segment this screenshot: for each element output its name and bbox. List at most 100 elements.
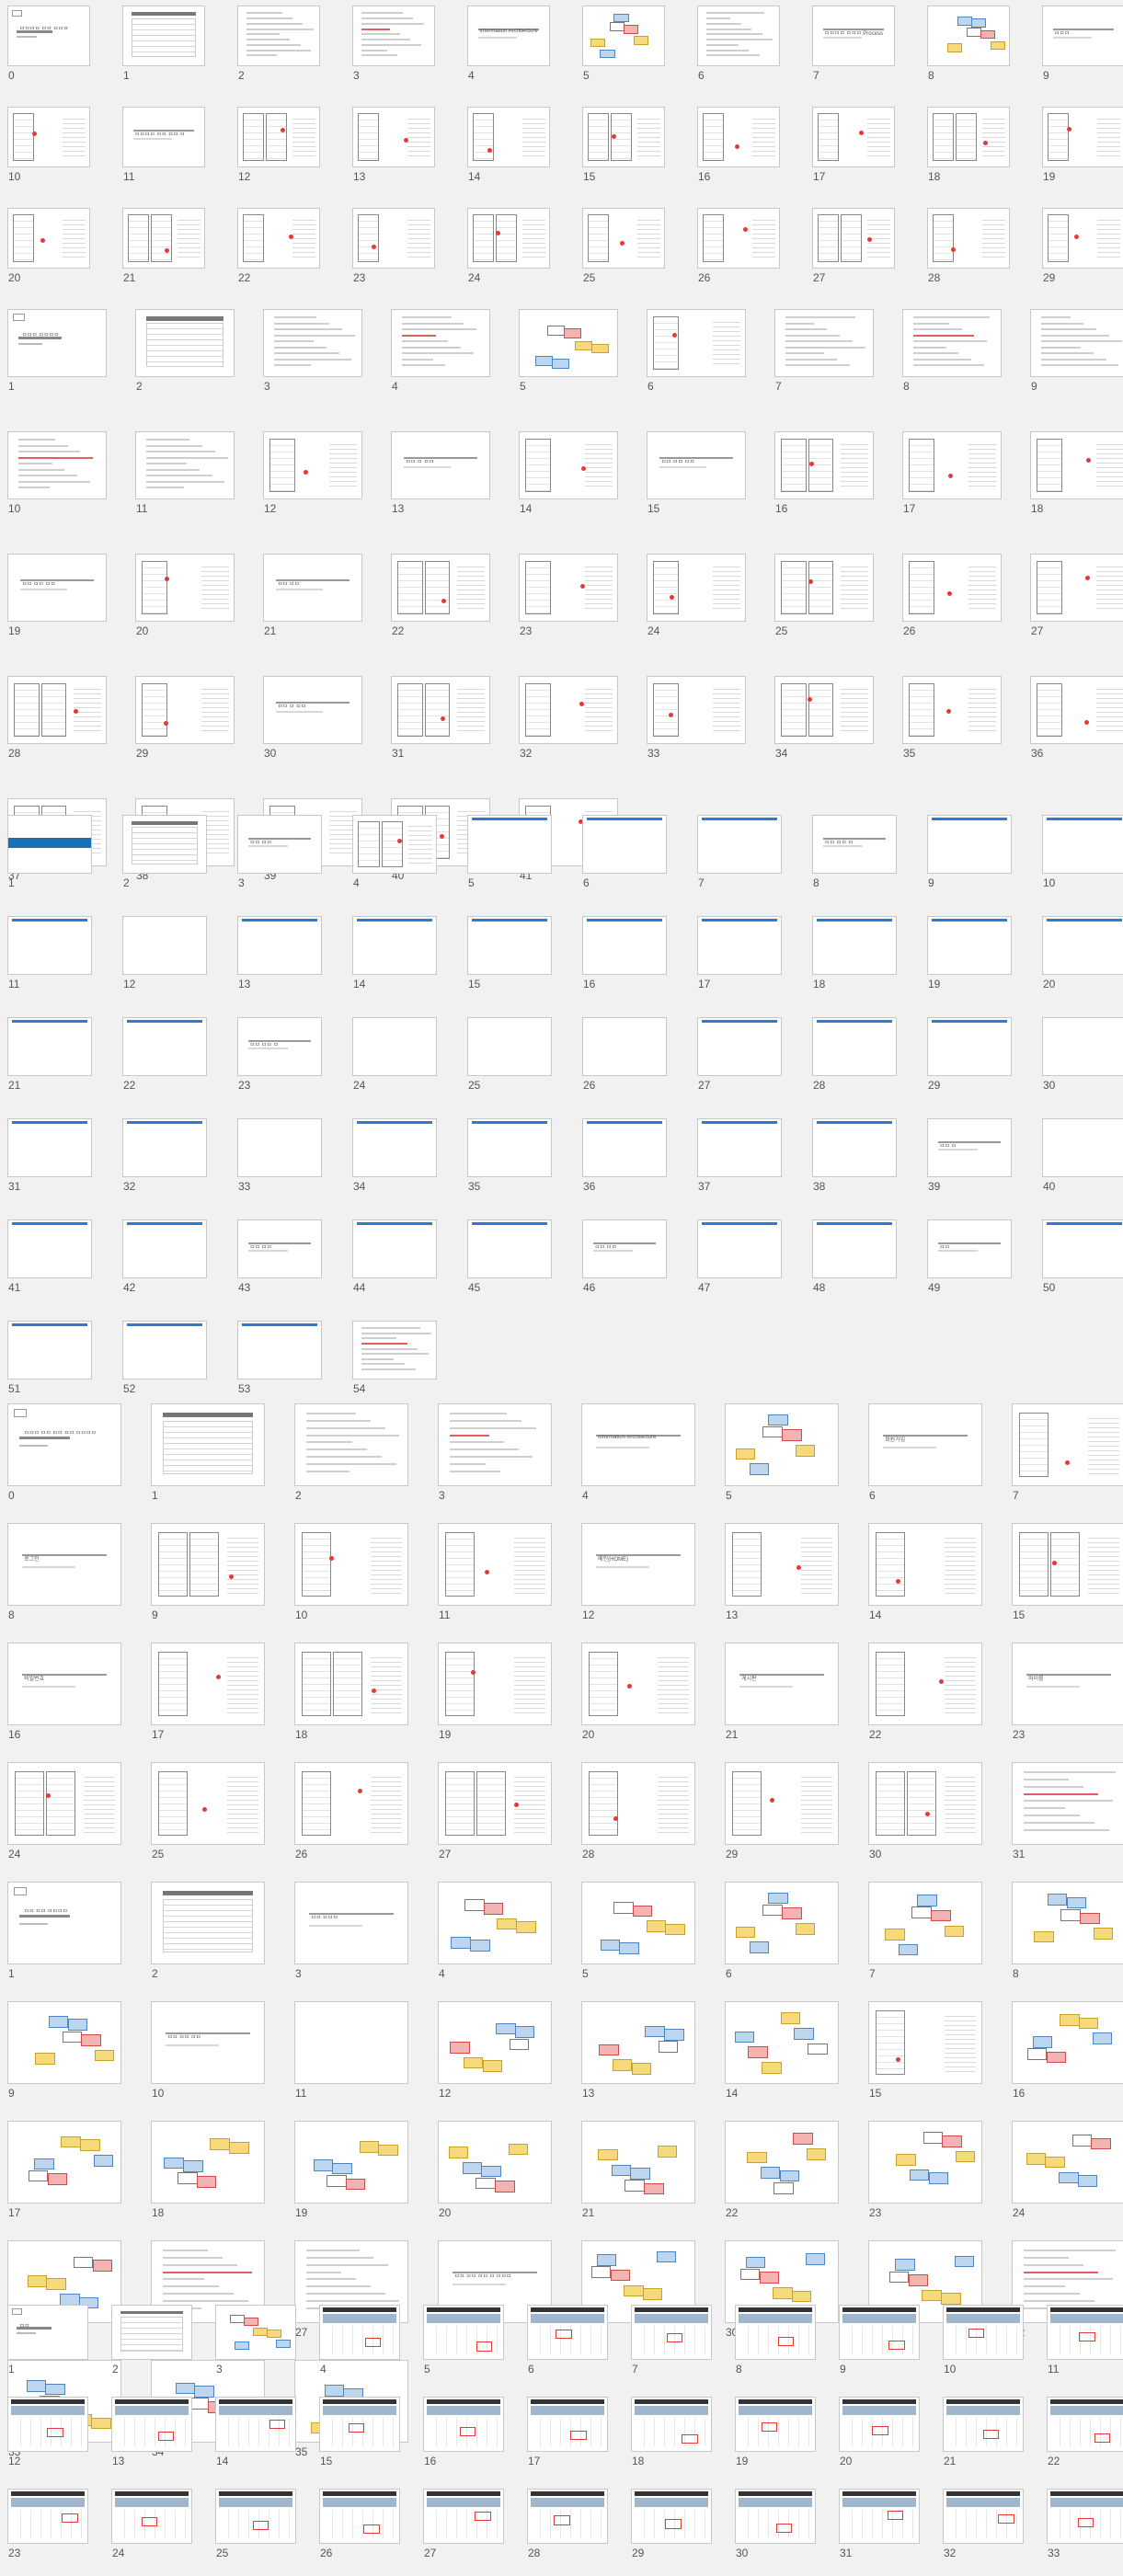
slide-preview[interactable] xyxy=(7,676,107,744)
slide-thumbnail[interactable]: 2 xyxy=(122,815,207,890)
slide-preview[interactable] xyxy=(319,2397,400,2452)
slide-thumbnail[interactable]: 2 xyxy=(237,6,320,83)
slide-preview[interactable] xyxy=(215,2305,296,2360)
slide-preview[interactable] xyxy=(527,2397,608,2452)
slide-preview[interactable] xyxy=(7,916,92,975)
slide-preview[interactable] xyxy=(151,1643,265,1725)
slide-preview[interactable] xyxy=(352,1321,437,1380)
slide-preview[interactable]: ㅁㅁ ㅁㅁ xyxy=(582,1219,667,1278)
slide-thumbnail[interactable]: ㅁㅁ ㅁㅁ ㅁ 23 xyxy=(237,1017,322,1093)
slide-preview[interactable] xyxy=(294,1523,408,1606)
slide-preview[interactable] xyxy=(122,1118,207,1177)
slide-thumbnail[interactable]: 29 xyxy=(135,676,235,761)
slide-thumbnail[interactable]: 15 xyxy=(1012,1523,1123,1622)
slide-thumbnail[interactable]: 게시판 21 xyxy=(725,1643,839,1742)
slide-thumbnail[interactable]: 12 xyxy=(122,916,207,991)
slide-thumbnail[interactable]: 3 xyxy=(352,6,435,83)
slide-thumbnail[interactable]: 12 xyxy=(438,2001,552,2101)
slide-thumbnail[interactable]: 9 xyxy=(151,1523,265,1622)
slide-preview[interactable] xyxy=(237,107,320,167)
slide-preview[interactable] xyxy=(352,6,435,66)
slide-thumbnail[interactable]: 18 xyxy=(151,2121,265,2220)
slide-preview[interactable] xyxy=(868,1762,982,1845)
slide-preview[interactable] xyxy=(7,1017,92,1076)
slide-preview[interactable] xyxy=(812,208,895,269)
slide-preview[interactable] xyxy=(467,1219,552,1278)
slide-preview[interactable] xyxy=(7,2397,88,2452)
slide-preview[interactable] xyxy=(812,916,897,975)
slide-preview[interactable]: ㅁㅁ ㅁㅁ ㅁ xyxy=(812,815,897,874)
slide-thumbnail[interactable]: ㅁㅁ ㅁㅁ ㅁㅁ 10 xyxy=(151,2001,265,2101)
slide-preview[interactable]: ㅁㅁ ㅁ ㅁㅁ xyxy=(391,431,490,499)
slide-thumbnail[interactable]: 26 xyxy=(294,1762,408,1861)
slide-preview[interactable] xyxy=(902,554,1002,622)
slide-thumbnail[interactable]: 3 xyxy=(263,309,362,394)
slide-preview[interactable] xyxy=(1042,1017,1123,1076)
slide-preview[interactable] xyxy=(581,1762,695,1845)
slide-thumbnail[interactable]: 10 xyxy=(7,431,107,516)
slide-thumbnail[interactable]: 28 xyxy=(927,208,1010,285)
slide-preview[interactable]: ㅁㅁ ㅁㅁ ㅁㅁ xyxy=(151,2001,265,2084)
slide-preview[interactable] xyxy=(7,2001,121,2084)
slide-preview[interactable] xyxy=(423,2397,504,2452)
slide-thumbnail[interactable]: 7 xyxy=(631,2305,712,2376)
slide-thumbnail[interactable]: 3 xyxy=(215,2305,296,2376)
slide-preview[interactable] xyxy=(868,1643,982,1725)
slide-thumbnail[interactable]: 1 xyxy=(122,6,205,83)
slide-thumbnail[interactable]: 36 xyxy=(1030,676,1123,761)
slide-preview[interactable] xyxy=(647,309,746,377)
slide-thumbnail[interactable]: 22 xyxy=(1047,2397,1123,2468)
slide-preview[interactable] xyxy=(122,916,207,975)
slide-thumbnail[interactable]: 6 xyxy=(725,1882,839,1981)
slide-thumbnail[interactable]: 22 xyxy=(391,554,490,638)
slide-preview[interactable] xyxy=(352,208,435,269)
slide-preview[interactable] xyxy=(697,107,780,167)
slide-preview[interactable] xyxy=(735,2305,816,2360)
slide-preview[interactable] xyxy=(527,2489,608,2544)
slide-thumbnail[interactable]: ㅁㅁ ㅁㅁ 3 xyxy=(237,815,322,890)
slide-preview[interactable] xyxy=(582,1017,667,1076)
slide-thumbnail[interactable]: 13 xyxy=(352,107,435,184)
slide-thumbnail[interactable]: 14 xyxy=(868,1523,982,1622)
slide-preview[interactable] xyxy=(111,2489,192,2544)
slide-thumbnail[interactable]: 17 xyxy=(812,107,895,184)
slide-thumbnail[interactable]: 11 xyxy=(7,916,92,991)
slide-preview[interactable] xyxy=(237,1321,322,1380)
slide-thumbnail[interactable]: 비밀번호 16 xyxy=(7,1643,121,1742)
slide-thumbnail[interactable]: 29 xyxy=(1042,208,1123,285)
slide-preview[interactable] xyxy=(631,2397,712,2452)
slide-preview[interactable]: ㅁㅁ ㅁㅁㅁ xyxy=(294,1882,408,1964)
slide-preview[interactable]: ㅁㅁㅁㅁ ㅁㅁ ㅁㅁㅁ xyxy=(7,6,90,66)
slide-preview[interactable] xyxy=(582,1118,667,1177)
slide-preview[interactable] xyxy=(237,208,320,269)
slide-preview[interactable] xyxy=(423,2305,504,2360)
slide-preview[interactable] xyxy=(582,815,667,874)
slide-thumbnail[interactable]: 2 xyxy=(294,1403,408,1503)
slide-preview[interactable] xyxy=(868,2001,982,2084)
slide-preview[interactable] xyxy=(725,1762,839,1845)
slide-thumbnail[interactable]: 18 xyxy=(1030,431,1123,516)
slide-thumbnail[interactable]: 24 xyxy=(352,1017,437,1093)
slide-preview[interactable] xyxy=(263,309,362,377)
slide-preview[interactable]: ㅁㅁ ㅁㅁ ㅁ xyxy=(237,1017,322,1076)
slide-preview[interactable] xyxy=(438,1523,552,1606)
slide-preview[interactable]: ㅁㅁㅁ ㅁㅁ ㅁㅁ ㅁㅁ ㅁㅁㅁㅁ xyxy=(7,1403,121,1486)
slide-preview[interactable] xyxy=(582,107,665,167)
slide-preview[interactable] xyxy=(7,2489,88,2544)
slide-thumbnail[interactable]: 7 xyxy=(697,815,782,890)
slide-thumbnail[interactable]: 12 xyxy=(7,2397,88,2468)
slide-preview[interactable] xyxy=(1012,2001,1123,2084)
slide-preview[interactable] xyxy=(519,431,618,499)
slide-preview[interactable] xyxy=(151,1762,265,1845)
slide-thumbnail[interactable]: ㅁㅁ ㅁㅁ ㅁ 8 xyxy=(812,815,897,890)
slide-thumbnail[interactable]: 24 xyxy=(1012,2121,1123,2220)
slide-preview[interactable] xyxy=(927,1017,1012,1076)
slide-thumbnail[interactable]: 35 xyxy=(467,1118,552,1194)
slide-preview[interactable] xyxy=(111,2305,192,2360)
slide-preview[interactable] xyxy=(391,676,490,744)
slide-thumbnail[interactable]: 9 xyxy=(927,815,1012,890)
slide-thumbnail[interactable]: 51 xyxy=(7,1321,92,1396)
slide-thumbnail[interactable]: 52 xyxy=(122,1321,207,1396)
slide-preview[interactable]: Information Architecture xyxy=(581,1403,695,1486)
slide-thumbnail[interactable]: 16 xyxy=(582,916,667,991)
